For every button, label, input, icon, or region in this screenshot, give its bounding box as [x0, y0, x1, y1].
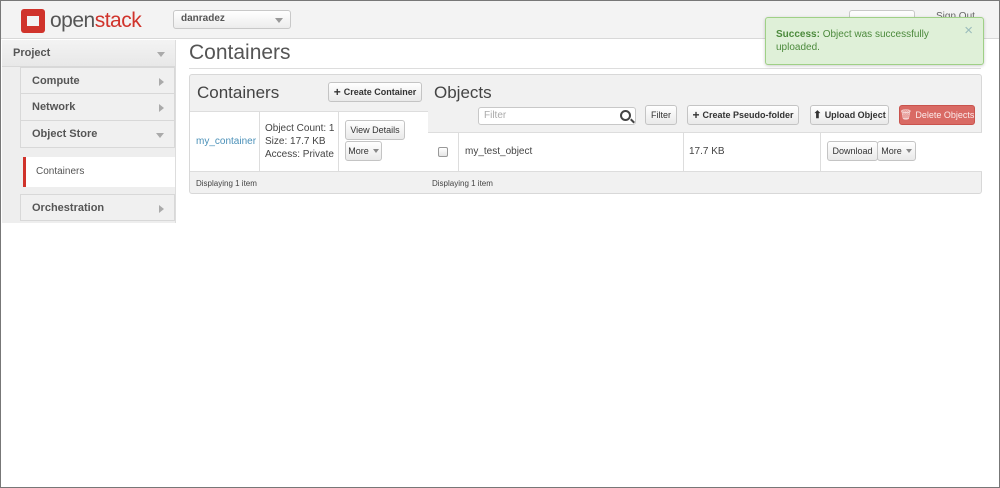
sidebar-item-label: Object Store [32, 128, 98, 140]
project-selector-label: danradez [181, 13, 225, 24]
filter-button[interactable]: Filter [645, 105, 677, 125]
chevron-down-icon [157, 52, 165, 57]
sidebar-item-orchestration[interactable]: Orchestration [20, 194, 175, 221]
container-metadata: Object Count: 1 Size: 17.7 KB Access: Pr… [265, 122, 334, 161]
container-name-link[interactable]: my_container [196, 136, 256, 147]
sidebar-item-object-store[interactable]: Object Store [20, 121, 175, 148]
containers-footer: Displaying 1 item [196, 179, 257, 188]
sidebar-item-containers[interactable]: Containers [23, 157, 175, 187]
chevron-right-icon [159, 78, 164, 86]
column-divider [338, 112, 339, 172]
filter-input[interactable]: Filter [478, 107, 636, 125]
logo-text: openstack [50, 9, 142, 32]
objects-heading: Objects [434, 83, 492, 102]
object-name: my_test_object [465, 146, 533, 157]
sidebar-item-label: Orchestration [32, 202, 105, 214]
sidebar-section-label: Project [13, 47, 51, 59]
create-pseudo-folder-button[interactable]: + Create Pseudo-folder [687, 105, 799, 125]
delete-objects-label: Delete Objects [915, 110, 975, 120]
openstack-logo-icon [21, 9, 45, 33]
sidebar-item-label: Compute [32, 75, 80, 87]
object-more-button[interactable]: More [877, 141, 916, 161]
upload-icon: ⬆ [813, 109, 822, 121]
column-divider [683, 133, 684, 172]
close-icon[interactable]: × [964, 23, 973, 38]
success-alert: Success: Object was successfully uploade… [765, 17, 984, 65]
object-count: Object Count: 1 [265, 123, 335, 134]
caret-down-icon [372, 149, 379, 153]
sidebar-item-network[interactable]: Network [20, 94, 175, 121]
column-divider [820, 133, 821, 172]
sidebar: Project Compute Network Object Store Con… [2, 40, 176, 223]
more-label: More [881, 146, 902, 156]
container-access: Access: Private [265, 149, 334, 160]
search-icon[interactable] [620, 110, 631, 121]
more-label: More [348, 146, 369, 156]
row-checkbox[interactable] [438, 147, 448, 157]
objects-table: my_test_object 17.7 KB Download More [428, 132, 982, 172]
sidebar-item-label: Network [32, 101, 76, 113]
create-pseudo-folder-label: Create Pseudo-folder [702, 110, 794, 120]
container-more-button[interactable]: More [345, 141, 382, 161]
object-size: 17.7 KB [689, 146, 725, 157]
plus-icon: + [333, 85, 341, 99]
object-store-panel: Containers + Create Container Objects Fi… [189, 74, 982, 194]
view-details-button[interactable]: View Details [345, 120, 405, 140]
create-container-label: Create Container [343, 87, 417, 97]
chevron-down-icon [275, 18, 283, 23]
download-button[interactable]: Download [827, 141, 878, 161]
project-selector[interactable]: danradez [173, 10, 291, 29]
chevron-down-icon [156, 133, 164, 138]
trash-icon: 🗑 [899, 109, 913, 121]
chevron-right-icon [159, 205, 164, 213]
sidebar-item-compute[interactable]: Compute [20, 67, 175, 94]
column-divider [458, 133, 459, 172]
chevron-right-icon [159, 104, 164, 112]
sidebar-section-project[interactable]: Project [2, 40, 175, 67]
upload-object-label: Upload Object [824, 110, 886, 120]
delete-objects-button[interactable]: 🗑 Delete Objects [899, 105, 975, 125]
filter-placeholder: Filter [484, 110, 507, 121]
caret-down-icon [905, 149, 912, 153]
plus-icon: + [692, 108, 700, 122]
page-title: Containers [189, 41, 291, 64]
container-size: Size: 17.7 KB [265, 136, 326, 147]
openstack-logo[interactable]: openstack [21, 9, 142, 33]
alert-title: Success: [776, 29, 820, 40]
create-container-button[interactable]: + Create Container [328, 82, 422, 102]
containers-heading: Containers [197, 83, 280, 102]
column-divider [259, 112, 260, 172]
containers-table: my_container Object Count: 1 Size: 17.7 … [190, 111, 428, 172]
upload-object-button[interactable]: ⬆ Upload Object [810, 105, 889, 125]
objects-footer: Displaying 1 item [432, 179, 493, 188]
title-divider [189, 68, 981, 69]
